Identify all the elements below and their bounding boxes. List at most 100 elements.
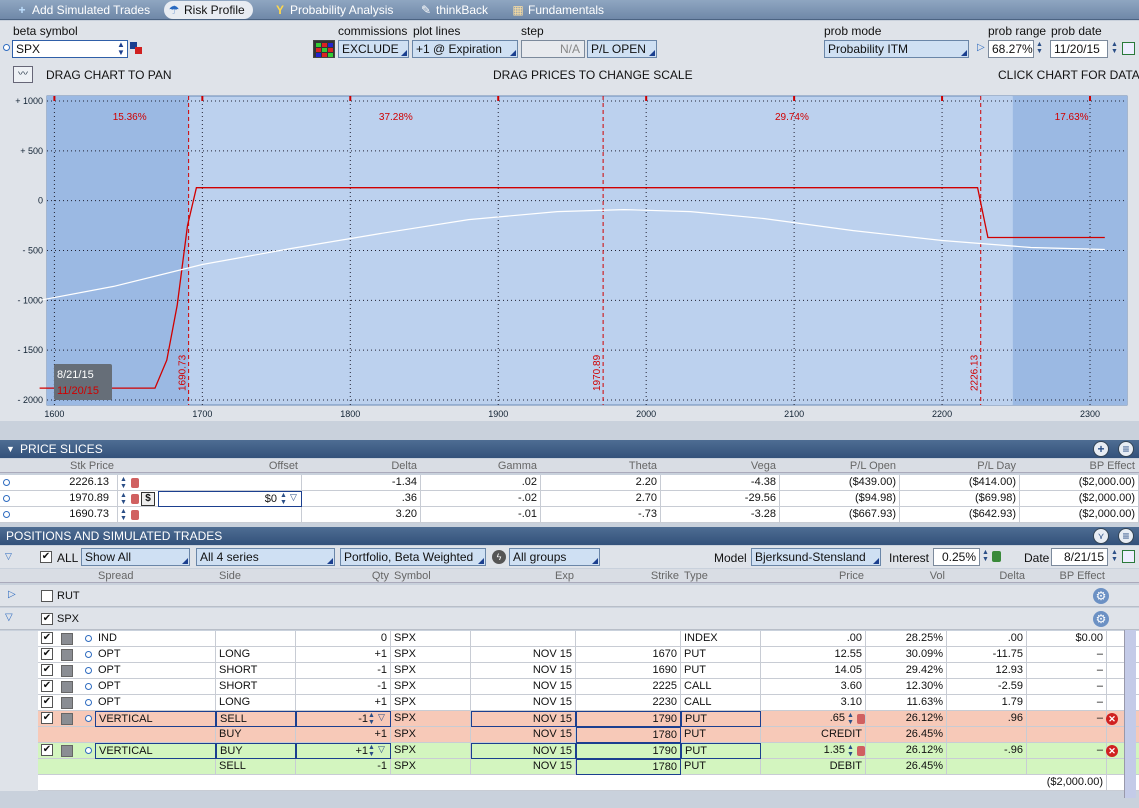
offset-cell[interactable] <box>158 475 302 491</box>
row-square-icon[interactable] <box>61 665 73 677</box>
lock-icon[interactable] <box>857 714 865 724</box>
strike-cell[interactable]: 1790 <box>576 743 681 759</box>
expand-all-icon[interactable]: ▽ <box>5 551 12 562</box>
spread-cell[interactable]: VERTICAL <box>95 743 216 759</box>
prob-date-input[interactable]: 11/20/15 <box>1050 40 1108 58</box>
column-header[interactable]: P/L Day <box>900 459 1018 473</box>
strike-cell[interactable]: 1790 <box>576 711 681 727</box>
link-dot-icon[interactable] <box>85 683 92 690</box>
column-header[interactable]: Price <box>761 569 866 583</box>
row-checkbox[interactable]: ✔ <box>41 712 53 724</box>
row-square-icon[interactable] <box>61 633 73 645</box>
lock-icon[interactable] <box>131 510 139 520</box>
lock-icon[interactable] <box>131 478 139 488</box>
qty-spinner-icon[interactable]: ▲ ▼ <box>367 712 376 726</box>
plot-lines-dropdown[interactable]: +1 @ Expiration <box>412 40 518 58</box>
column-header[interactable]: Vol <box>866 569 947 583</box>
simulated-trade-row[interactable]: ✔ VERTICAL BUY +1 SPX NOV 15 1790 PUT 1.35 26.12%… <box>0 743 1139 759</box>
beta-symbol-input[interactable]: SPX <box>12 40 128 58</box>
link-dot-icon[interactable] <box>3 44 10 51</box>
simulated-trade-row[interactable]: SELL -1 SPX NOV 15 1780 PUT DEBIT 26.45% <box>0 759 1139 775</box>
row-checkbox[interactable]: ✔ <box>41 648 53 660</box>
side-cell[interactable]: SELL <box>216 711 296 727</box>
group-row-spx[interactable]: ▽ ✔ SPX ⚙ <box>0 608 1139 630</box>
column-header[interactable]: Theta <box>541 459 659 473</box>
chart-toggle-icon[interactable]: 〰 <box>13 66 33 83</box>
prob-mode-dropdown[interactable]: Probability ITM <box>824 40 969 58</box>
position-row[interactable]: ✔ OPT LONG +1 SPX NOV 15 2230 CALL 3.10 11.63% 1.7… <box>0 695 1139 711</box>
positions-header[interactable]: POSITIONS AND SIMULATED TRADES ⋎ ≡ <box>0 527 1139 545</box>
price-cell[interactable]: 1970.89 <box>0 491 118 507</box>
collapse-icon[interactable]: ▽ <box>5 612 13 623</box>
column-header[interactable]: Vega <box>661 459 778 473</box>
link-dot-icon[interactable] <box>85 635 92 642</box>
commissions-dropdown[interactable]: EXCLUDE <box>338 40 409 58</box>
price-spinner-icon[interactable]: ▲ ▼ <box>846 712 855 726</box>
row-checkbox[interactable]: ✔ <box>41 632 53 644</box>
column-header[interactable]: BP Effect <box>1020 459 1137 473</box>
all-checkbox[interactable]: ✔ <box>40 551 52 563</box>
lock-icon[interactable] <box>857 746 865 756</box>
link-dot-icon[interactable] <box>85 699 92 706</box>
column-header[interactable]: P/L Open <box>780 459 898 473</box>
column-header[interactable]: Strike <box>576 569 681 583</box>
column-header[interactable]: BP Effect <box>1027 569 1107 583</box>
column-header[interactable]: Stk Price <box>0 459 116 473</box>
price-cell[interactable]: 2226.13 <box>0 475 118 491</box>
model-dropdown[interactable]: Bjerksund-Stensland <box>751 548 881 566</box>
column-header[interactable]: Symbol <box>391 569 471 583</box>
pl-mode-dropdown[interactable]: P/L OPEN <box>587 40 657 58</box>
link-dot-icon[interactable] <box>85 747 92 754</box>
column-header[interactable]: Qty <box>296 569 391 583</box>
beta-symbol-spinner-icon[interactable]: ▲ ▼ <box>115 41 127 57</box>
prob-range-spinner-icon[interactable]: ▲ ▼ <box>1035 41 1044 55</box>
dollar-toggle-icon[interactable]: $ <box>141 492 155 506</box>
date-spinner-icon[interactable]: ▲ ▼ <box>1110 549 1119 563</box>
price-spinner-icon[interactable]: ▲ ▼ <box>119 508 128 522</box>
column-header[interactable]: Delta <box>302 459 419 473</box>
qty-cell[interactable]: -1 <box>296 711 391 727</box>
gear-icon[interactable]: ⚙ <box>1093 588 1109 604</box>
price-slice-row[interactable]: 1690.73 3.20 -.01 -.73 -3.28 ($667.93) ($642.9… <box>0 507 1139 523</box>
add-slice-icon[interactable]: + <box>1093 441 1109 457</box>
column-header[interactable]: Gamma <box>421 459 539 473</box>
spread-cell[interactable]: VERTICAL <box>95 711 216 727</box>
risk-profile-svg[interactable]: 1600 1700 1800 1900 2000 2100 2200 2300 + 1000 + … <box>0 89 1139 421</box>
position-row[interactable]: ✔ OPT SHORT -1 SPX NOV 15 2225 CALL 3.60 12.30% -2… <box>0 679 1139 695</box>
price-cell[interactable]: 1690.73 <box>0 507 118 523</box>
row-square-icon[interactable] <box>61 697 73 709</box>
expand-icon[interactable]: ▷ <box>8 589 16 600</box>
tab-thinkback[interactable]: ✎ thinkBack <box>416 1 488 19</box>
group-row-rut[interactable]: ▷ RUT ⚙ <box>0 585 1139 607</box>
color-picker-icon[interactable] <box>130 42 142 54</box>
offset-spinner-icon[interactable]: ▲ ▼ <box>279 492 288 506</box>
row-square-icon[interactable] <box>61 681 73 693</box>
tab-risk-profile[interactable]: ☂ Risk Profile <box>164 1 253 19</box>
show-dropdown[interactable]: Show All <box>81 548 190 566</box>
group-checkbox[interactable] <box>41 590 53 602</box>
calendar-icon[interactable] <box>1122 42 1135 55</box>
link-dot-icon[interactable] <box>85 667 92 674</box>
column-header[interactable]: Spread <box>95 569 216 583</box>
exp-cell[interactable]: NOV 15 <box>471 743 576 759</box>
interest-input[interactable]: 0.25% <box>933 548 980 566</box>
gear-icon[interactable]: ⚙ <box>1093 611 1109 627</box>
row-checkbox[interactable]: ✔ <box>41 680 53 692</box>
column-header[interactable]: Delta <box>947 569 1027 583</box>
link-dot-icon[interactable] <box>85 651 92 658</box>
prob-range-input[interactable]: 68.27% <box>988 40 1034 58</box>
row-square-icon[interactable] <box>61 713 73 725</box>
vertical-scrollbar[interactable] <box>1124 630 1136 798</box>
price-slice-row[interactable]: 2226.13 -1.34.02 2.20 -4.38 ($439.00) ($414.0… <box>0 475 1139 491</box>
price-spinner-icon[interactable]: ▲ ▼ <box>119 492 128 506</box>
offset-dropdown-icon[interactable]: ▽ <box>290 492 297 503</box>
strike-cell[interactable]: 1780 <box>576 759 681 775</box>
price-spinner-icon[interactable]: ▲ ▼ <box>119 476 128 490</box>
side-cell[interactable]: BUY <box>216 743 296 759</box>
tab-fundamentals[interactable]: ▦ Fundamentals <box>508 1 604 19</box>
strike-cell[interactable]: 1780 <box>576 727 681 743</box>
row-square-icon[interactable] <box>61 649 73 661</box>
tab-probability-analysis[interactable]: Y Probability Analysis <box>270 1 393 19</box>
simulated-trade-row[interactable]: BUY +1 SPX NOV 15 1780 PUT CREDIT 26.45% <box>0 727 1139 743</box>
column-header[interactable]: Type <box>681 569 761 583</box>
